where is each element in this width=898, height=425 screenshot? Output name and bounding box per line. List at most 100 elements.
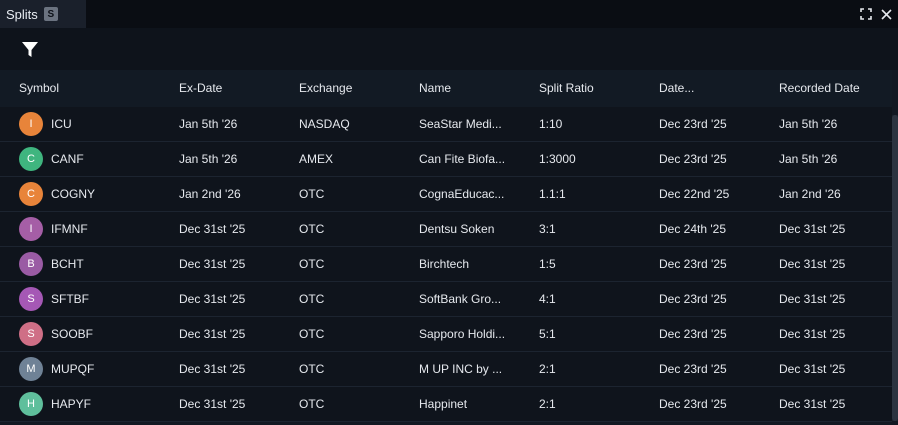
cell-symbol: IFMNF <box>51 222 88 236</box>
symbol-avatar: M <box>19 357 43 381</box>
cell-recorded-date: Dec 31st '25 <box>779 327 846 341</box>
cell-split-ratio: 3:1 <box>539 222 556 236</box>
table-row[interactable]: C CANF Jan 5th '26 AMEX Can Fite Biofa..… <box>0 142 892 177</box>
tab-badge: S <box>43 7 58 21</box>
table-row[interactable]: S SFTBF Dec 31st '25 OTC SoftBank Gro...… <box>0 282 892 317</box>
column-header-split-ratio[interactable]: Split Ratio <box>539 81 594 95</box>
cell-split-ratio: 1:10 <box>539 117 563 131</box>
cell-symbol: CANF <box>51 152 84 166</box>
cell-name: M UP INC by ... <box>419 362 503 376</box>
cell-exchange: OTC <box>299 292 325 306</box>
cell-ex-date: Jan 2nd '26 <box>179 187 241 201</box>
maximize-icon[interactable] <box>858 6 874 22</box>
cell-exchange: OTC <box>299 397 325 411</box>
table-header: Symbol Ex-Date Exchange Name Split Ratio… <box>0 70 892 108</box>
table-body: I ICU Jan 5th '26 NASDAQ SeaStar Medi...… <box>0 107 892 425</box>
cell-recorded-date: Dec 31st '25 <box>779 257 846 271</box>
cell-symbol: ICU <box>51 117 72 131</box>
cell-exchange: NASDAQ <box>299 117 350 131</box>
cell-split-ratio: 5:1 <box>539 327 556 341</box>
cell-ex-date: Dec 31st '25 <box>179 292 246 306</box>
column-header-ex-date[interactable]: Ex-Date <box>179 81 222 95</box>
scrollbar-thumb[interactable] <box>892 115 898 421</box>
cell-split-ratio: 2:1 <box>539 397 556 411</box>
symbol-avatar: B <box>19 252 43 276</box>
cell-date: Dec 22nd '25 <box>659 187 730 201</box>
cell-ex-date: Dec 31st '25 <box>179 327 246 341</box>
cell-symbol: MUPQF <box>51 362 95 376</box>
cell-date: Dec 24th '25 <box>659 222 727 236</box>
cell-name: SeaStar Medi... <box>419 117 502 131</box>
cell-date: Dec 23rd '25 <box>659 362 727 376</box>
vertical-scrollbar[interactable] <box>892 115 898 421</box>
splits-window: Splits S Symbol Ex-Date Exchange Name Sp… <box>0 0 898 425</box>
table-row[interactable]: I ICU Jan 5th '26 NASDAQ SeaStar Medi...… <box>0 107 892 142</box>
symbol-avatar: S <box>19 322 43 346</box>
symbol-avatar: I <box>19 112 43 136</box>
cell-name: Happinet <box>419 397 468 411</box>
cell-ex-date: Dec 31st '25 <box>179 397 246 411</box>
cell-name: Sapporo Holdi... <box>419 327 506 341</box>
cell-exchange: OTC <box>299 222 325 236</box>
cell-symbol: BCHT <box>51 257 84 271</box>
symbol-avatar: C <box>19 147 43 171</box>
cell-exchange: OTC <box>299 327 325 341</box>
cell-date: Dec 23rd '25 <box>659 152 727 166</box>
table-row[interactable]: H HAPYF Dec 31st '25 OTC Happinet 2:1 De… <box>0 387 892 422</box>
cell-ex-date: Dec 31st '25 <box>179 257 246 271</box>
close-icon[interactable] <box>878 6 894 22</box>
cell-exchange: AMEX <box>299 152 334 166</box>
tab-title: Splits <box>6 6 38 22</box>
cell-name: SoftBank Gro... <box>419 292 502 306</box>
cell-split-ratio: 1:3000 <box>539 152 576 166</box>
column-header-recorded-date[interactable]: Recorded Date <box>779 81 860 95</box>
cell-recorded-date: Dec 31st '25 <box>779 362 846 376</box>
filter-icon[interactable] <box>20 40 40 60</box>
cell-date: Dec 23rd '25 <box>659 397 727 411</box>
cell-name: Can Fite Biofa... <box>419 152 506 166</box>
cell-split-ratio: 1.1:1 <box>539 187 566 201</box>
table-row[interactable]: C COGNY Jan 2nd '26 OTC CognaEducac... 1… <box>0 177 892 212</box>
cell-name: CognaEducac... <box>419 187 505 201</box>
cell-exchange: OTC <box>299 257 325 271</box>
table-row[interactable]: S SOOBF Dec 31st '25 OTC Sapporo Holdi..… <box>0 317 892 352</box>
symbol-avatar: H <box>19 392 43 416</box>
cell-name: Dentsu Soken <box>419 222 495 236</box>
column-header-name[interactable]: Name <box>419 81 451 95</box>
cell-recorded-date: Dec 31st '25 <box>779 222 846 236</box>
column-header-symbol[interactable]: Symbol <box>19 81 59 95</box>
cell-name: Birchtech <box>419 257 470 271</box>
cell-recorded-date: Jan 2nd '26 <box>779 187 841 201</box>
symbol-avatar: C <box>19 182 43 206</box>
symbol-avatar: S <box>19 287 43 311</box>
table-row[interactable]: M MUPQF Dec 31st '25 OTC M UP INC by ...… <box>0 352 892 387</box>
table-row[interactable]: B BCHT Dec 31st '25 OTC Birchtech 1:5 De… <box>0 247 892 282</box>
title-bar: Splits S <box>0 0 898 28</box>
cell-split-ratio: 4:1 <box>539 292 556 306</box>
table-row[interactable]: I IFMNF Dec 31st '25 OTC Dentsu Soken 3:… <box>0 212 892 247</box>
cell-date: Dec 23rd '25 <box>659 117 727 131</box>
cell-ex-date: Dec 31st '25 <box>179 222 246 236</box>
cell-ex-date: Jan 5th '26 <box>179 117 238 131</box>
cell-symbol: COGNY <box>51 187 96 201</box>
cell-recorded-date: Dec 31st '25 <box>779 292 846 306</box>
cell-recorded-date: Dec 31st '25 <box>779 397 846 411</box>
cell-exchange: OTC <box>299 362 325 376</box>
cell-date: Dec 23rd '25 <box>659 257 727 271</box>
splits-table: Symbol Ex-Date Exchange Name Split Ratio… <box>0 70 898 425</box>
cell-symbol: SFTBF <box>51 292 89 306</box>
column-header-date[interactable]: Date... <box>659 81 694 95</box>
cell-ex-date: Jan 5th '26 <box>179 152 238 166</box>
cell-ex-date: Dec 31st '25 <box>179 362 246 376</box>
column-header-exchange[interactable]: Exchange <box>299 81 352 95</box>
tab-splits[interactable]: Splits S <box>0 0 86 28</box>
symbol-avatar: I <box>19 217 43 241</box>
cell-symbol: HAPYF <box>51 397 92 411</box>
cell-date: Dec 23rd '25 <box>659 292 727 306</box>
cell-symbol: SOOBF <box>51 327 94 341</box>
toolbar <box>0 28 898 70</box>
cell-recorded-date: Jan 5th '26 <box>779 152 838 166</box>
cell-split-ratio: 1:5 <box>539 257 556 271</box>
cell-recorded-date: Jan 5th '26 <box>779 117 838 131</box>
cell-exchange: OTC <box>299 187 325 201</box>
